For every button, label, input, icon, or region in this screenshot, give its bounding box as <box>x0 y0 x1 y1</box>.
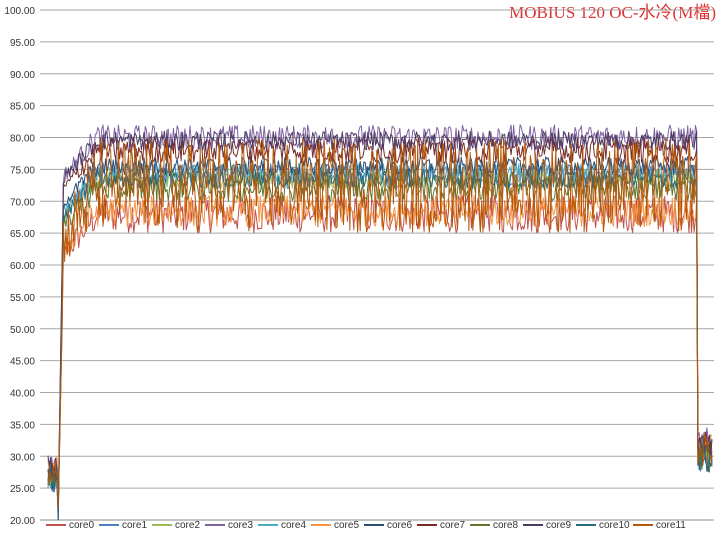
legend-item-core8: core8 <box>470 520 518 531</box>
y-tick-label: 55.00 <box>10 293 35 304</box>
y-tick-label: 35.00 <box>10 420 35 431</box>
legend-item-core0: core0 <box>46 520 94 531</box>
legend-item-core11: core11 <box>633 520 686 531</box>
legend-item-core9: core9 <box>523 520 571 531</box>
legend-label: core9 <box>546 520 571 531</box>
y-tick-label: 100.00 <box>4 6 35 17</box>
legend-label: core10 <box>599 520 630 531</box>
series-line-core5 <box>47 194 713 508</box>
legend-label: core3 <box>228 520 253 531</box>
legend-label: core4 <box>281 520 306 531</box>
temperature-line-chart: MOBIUS 120 OC-水冷(M檔) 20.00 25.00 30.00 35.0… <box>4 3 716 531</box>
series-line-core0 <box>47 194 713 515</box>
legend-label: core7 <box>440 520 465 531</box>
chart-title: MOBIUS 120 OC-水冷(M檔) <box>509 3 716 22</box>
y-tick-label: 50.00 <box>10 325 35 336</box>
y-tick-label: 40.00 <box>10 389 35 400</box>
y-tick-label: 45.00 <box>10 357 35 368</box>
legend-label: core11 <box>656 520 686 531</box>
legend: core0 core1 core2 core3 core4 core5 core6 core7… <box>46 520 686 531</box>
y-tick-label: 30.00 <box>10 452 35 463</box>
y-tick-label: 70.00 <box>10 197 35 208</box>
y-tick-label: 20.00 <box>10 516 35 527</box>
y-tick-label: 60.00 <box>10 261 35 272</box>
legend-item-core1: core1 <box>99 520 147 531</box>
legend-item-core4: core4 <box>258 520 306 531</box>
y-tick-label: 25.00 <box>10 484 35 495</box>
legend-item-core2: core2 <box>152 520 200 531</box>
legend-item-core5: core5 <box>311 520 359 531</box>
y-tick-label: 95.00 <box>10 38 35 49</box>
y-tick-label: 80.00 <box>10 134 35 145</box>
y-tick-label: 75.00 <box>10 165 35 176</box>
y-tick-label: 85.00 <box>10 102 35 113</box>
legend-label: core2 <box>175 520 200 531</box>
legend-item-core3: core3 <box>205 520 253 531</box>
series-lines <box>47 124 713 521</box>
legend-item-core10: core10 <box>576 520 630 531</box>
legend-item-core6: core6 <box>364 520 412 531</box>
y-axis: 20.00 25.00 30.00 35.00 40.00 45.00 50.00 55.00… <box>4 6 35 527</box>
legend-label: core0 <box>69 520 94 531</box>
legend-label: core6 <box>387 520 412 531</box>
gridlines <box>40 9 714 521</box>
y-tick-label: 90.00 <box>10 70 35 81</box>
legend-item-core7: core7 <box>417 520 465 531</box>
legend-label: core1 <box>122 520 147 531</box>
legend-label: core5 <box>334 520 359 531</box>
legend-label: core8 <box>493 520 518 531</box>
y-tick-label: 65.00 <box>10 229 35 240</box>
